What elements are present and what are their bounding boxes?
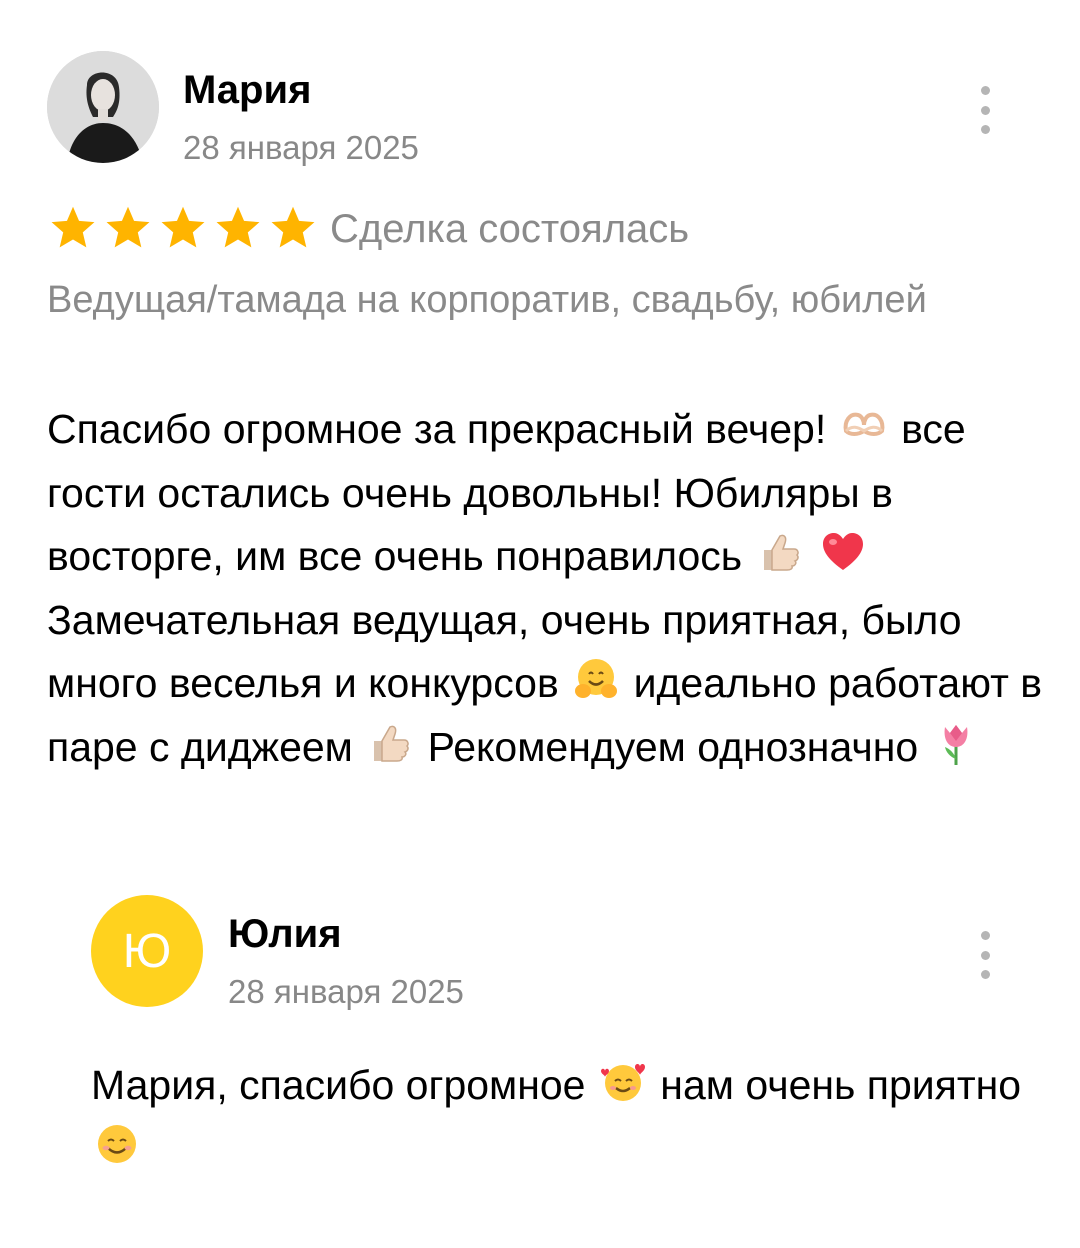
review-text-part: Рекомендуем однозначно xyxy=(427,723,919,770)
reviewer-name[interactable]: Мария xyxy=(183,70,311,110)
heart-hands-emoji xyxy=(840,401,888,449)
review-more-menu-icon[interactable] xyxy=(975,86,995,134)
star-icon xyxy=(51,206,95,248)
review-text: Спасибо огромное за прекрасный вечер! вс… xyxy=(47,398,1047,779)
reviewer-photo-icon xyxy=(47,51,159,163)
thumbs-up-emoji xyxy=(366,719,414,767)
reply-text-part: нам очень приятно xyxy=(660,1062,1022,1108)
review-text-part: Спасибо огромное за прекрасный вечер! xyxy=(47,406,827,452)
thumbs-up-emoji xyxy=(756,528,804,576)
star-icon xyxy=(216,206,260,248)
reply-text: Мария, спасибо огромное нам очень приятн… xyxy=(91,1054,1051,1180)
review-date: 28 января 2025 xyxy=(183,129,419,166)
star-icon xyxy=(161,206,205,248)
star-icon xyxy=(106,206,150,248)
reply-more-menu-icon[interactable] xyxy=(975,931,995,979)
replier-avatar[interactable]: Ю xyxy=(91,895,203,1007)
red-heart-emoji xyxy=(819,528,867,576)
deal-status: Сделка состоялась xyxy=(330,207,690,251)
star-icon xyxy=(271,206,315,248)
reply-text-part: Мария, спасибо огромное xyxy=(91,1062,586,1108)
replier-name[interactable]: Юлия xyxy=(228,914,342,954)
tulip-emoji xyxy=(932,719,980,767)
service-name[interactable]: Ведущая/тамада на корпоратив, свадьбу, ю… xyxy=(47,270,1032,330)
rating-stars xyxy=(47,203,319,253)
reply-date: 28 января 2025 xyxy=(228,973,464,1010)
hugging-face-emoji xyxy=(572,655,620,703)
smiling-face-emoji xyxy=(93,1120,141,1168)
avatar-letter: Ю xyxy=(122,924,172,978)
reviewer-avatar[interactable] xyxy=(47,51,159,163)
review-page: Мария 28 января 2025 Сделка состоялась В… xyxy=(0,0,1080,1248)
smiling-face-with-hearts-emoji xyxy=(599,1057,647,1105)
